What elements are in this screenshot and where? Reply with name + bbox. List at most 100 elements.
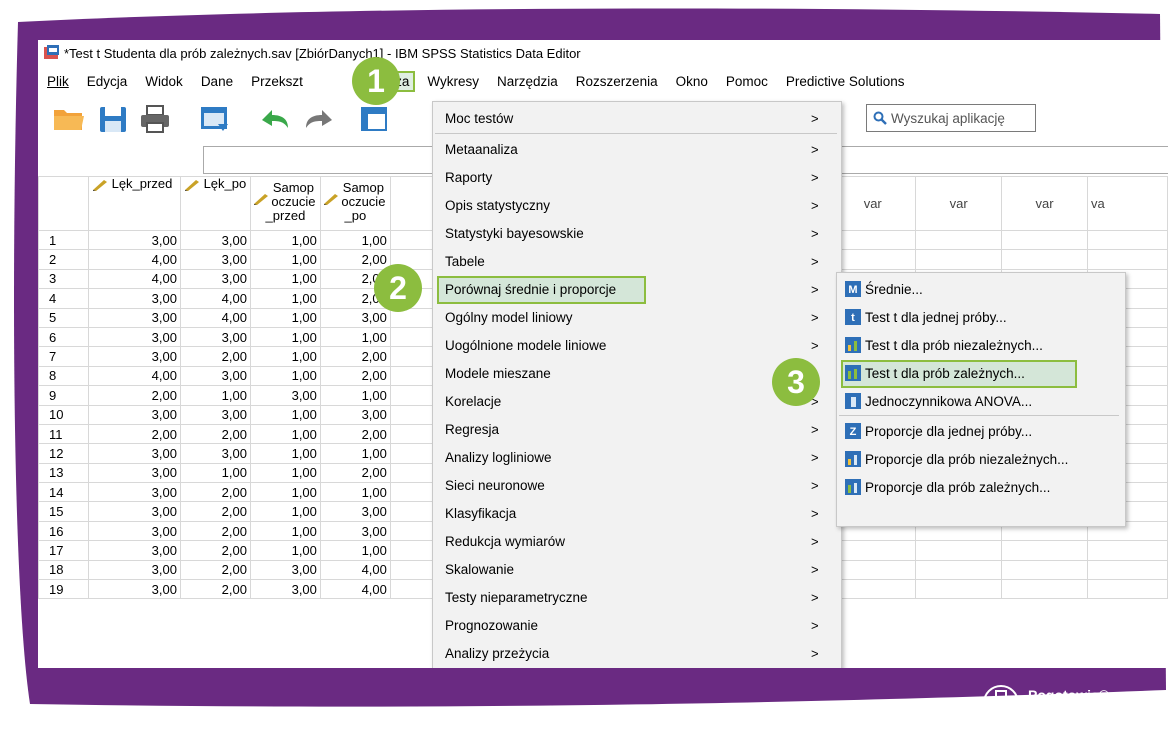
empty-cell[interactable] [829, 559, 917, 581]
menu-item-moc-testow[interactable]: Moc testów > [433, 104, 841, 132]
menu-okno[interactable]: Okno [667, 71, 717, 92]
row-number[interactable]: 11 [38, 423, 89, 445]
data-cell[interactable]: 2,00 [179, 482, 251, 503]
data-cell[interactable]: 1,00 [319, 229, 391, 251]
data-cell[interactable]: 4,00 [87, 365, 181, 387]
col-header-samopoczucie-przed[interactable]: Samop oczucie _przed [249, 176, 321, 231]
row-number[interactable]: 18 [38, 559, 89, 581]
data-cell[interactable]: 1,00 [249, 520, 321, 542]
data-cell[interactable]: 1,00 [319, 443, 391, 464]
menu-plik[interactable]: Plik [38, 71, 78, 92]
menu-item-redukcja-wymiarow[interactable]: Redukcja wymiarów > [433, 527, 841, 555]
data-cell[interactable]: 3,00 [249, 559, 321, 581]
data-cell[interactable]: 3,00 [87, 288, 181, 309]
data-cell[interactable]: 3,00 [179, 229, 251, 251]
menu-pomoc[interactable]: Pomoc [717, 71, 777, 92]
data-cell[interactable]: 3,00 [87, 482, 181, 503]
submenu-item-proporcje-jednej-proby[interactable]: Z Proporcje dla jednej próby... [837, 417, 1123, 445]
menu-item-analizy-logliniowe[interactable]: Analizy logliniowe > [433, 443, 841, 471]
data-cell[interactable]: 2,00 [87, 385, 181, 406]
data-cell[interactable]: 4,00 [319, 579, 391, 600]
data-cell[interactable]: 3,00 [87, 559, 181, 581]
empty-cell[interactable] [1001, 559, 1088, 581]
data-cell[interactable]: 1,00 [249, 482, 321, 503]
empty-cell[interactable] [1087, 579, 1168, 600]
data-cell[interactable]: 1,00 [249, 501, 321, 522]
col-header-var[interactable]: var [829, 176, 917, 231]
empty-cell[interactable] [915, 249, 1003, 270]
menu-rozszerzenia[interactable]: Rozszerzenia [567, 71, 667, 92]
menu-edycja[interactable]: Edycja [78, 71, 137, 92]
row-number[interactable]: 13 [38, 462, 89, 484]
menu-przeksztalc[interactable]: Przekszt [242, 71, 356, 92]
row-number[interactable]: 15 [38, 501, 89, 522]
data-cell[interactable]: 3,00 [87, 462, 181, 484]
empty-cell[interactable] [829, 249, 917, 270]
data-cell[interactable]: 2,00 [179, 559, 251, 581]
data-cell[interactable]: 1,00 [249, 307, 321, 328]
data-cell[interactable]: 3,00 [249, 385, 321, 406]
menu-item-testy-nieparametryczne[interactable]: Testy nieparametryczne > [433, 583, 841, 611]
data-cell[interactable]: 2,00 [319, 365, 391, 387]
row-number[interactable]: 1 [38, 229, 89, 251]
empty-cell[interactable] [915, 540, 1003, 561]
data-cell[interactable]: 3,00 [87, 540, 181, 561]
menu-wykresy[interactable]: Wykresy [418, 71, 488, 92]
empty-cell[interactable] [1001, 540, 1088, 561]
data-cell[interactable]: 1,00 [249, 443, 321, 464]
data-cell[interactable]: 2,00 [179, 501, 251, 522]
data-cell[interactable]: 1,00 [249, 462, 321, 484]
data-cell[interactable]: 3,00 [87, 520, 181, 542]
row-number[interactable]: 7 [38, 346, 89, 367]
submenu-item-srednie[interactable]: M Średnie... [837, 275, 1123, 303]
submenu-item-proporcje-zaleznych[interactable]: Proporcje dla prób zależnych... [837, 473, 1123, 501]
menu-item-skalowanie[interactable]: Skalowanie > [433, 555, 841, 583]
submenu-item-test-t-jednej-proby[interactable]: t Test t dla jednej próby... [837, 303, 1123, 331]
data-cell[interactable]: 4,00 [319, 559, 391, 581]
empty-cell[interactable] [829, 229, 917, 251]
data-cell[interactable]: 3,00 [87, 229, 181, 251]
data-cell[interactable]: 2,00 [179, 540, 251, 561]
menu-item-raporty[interactable]: Raporty > [433, 163, 841, 191]
data-cell[interactable]: 3,00 [319, 520, 391, 542]
col-header-var[interactable]: var [915, 176, 1003, 231]
row-number[interactable]: 9 [38, 385, 89, 406]
data-cell[interactable]: 1,00 [249, 268, 321, 290]
col-header-samopoczucie-po[interactable]: Samop oczucie _po [319, 176, 391, 231]
menu-item-porownaj-srednie[interactable]: Porównaj średnie i proporcje > [433, 275, 841, 304]
data-cell[interactable]: 3,00 [319, 404, 391, 425]
submenu-item-test-t-niezaleznych[interactable]: Test t dla prób niezależnych... [837, 331, 1123, 359]
data-cell[interactable]: 3,00 [87, 501, 181, 522]
open-folder-icon[interactable] [52, 104, 86, 134]
data-cell[interactable]: 3,00 [319, 307, 391, 328]
data-cell[interactable]: 1,00 [249, 365, 321, 387]
data-cell[interactable]: 3,00 [319, 501, 391, 522]
empty-cell[interactable] [1001, 229, 1088, 251]
data-cell[interactable]: 3,00 [249, 579, 321, 600]
data-cell[interactable]: 1,00 [319, 540, 391, 561]
row-number[interactable]: 8 [38, 365, 89, 387]
menu-item-uogolnione-modele[interactable]: Uogólnione modele liniowe > [433, 331, 841, 359]
data-cell[interactable]: 2,00 [319, 346, 391, 367]
data-cell[interactable]: 2,00 [319, 462, 391, 484]
empty-cell[interactable] [829, 540, 917, 561]
empty-cell[interactable] [1001, 249, 1088, 270]
menu-widok[interactable]: Widok [136, 71, 192, 92]
data-cell[interactable]: 2,00 [179, 423, 251, 445]
data-cell[interactable]: 1,00 [249, 249, 321, 270]
data-cell[interactable]: 1,00 [249, 423, 321, 445]
data-cell[interactable]: 3,00 [179, 443, 251, 464]
undo-icon[interactable] [258, 104, 292, 134]
data-cell[interactable]: 1,00 [249, 326, 321, 348]
data-cell[interactable]: 2,00 [87, 423, 181, 445]
data-cell[interactable]: 3,00 [87, 307, 181, 328]
data-cell[interactable]: 3,00 [87, 326, 181, 348]
menu-item-klasyfikacja[interactable]: Klasyfikacja > [433, 499, 841, 527]
dialog-recall-icon[interactable] [198, 104, 232, 134]
col-header-lek-po[interactable]: Lęk_po [179, 176, 251, 231]
empty-cell[interactable] [915, 579, 1003, 600]
empty-cell[interactable] [915, 559, 1003, 581]
redo-icon[interactable] [302, 104, 336, 134]
data-cell[interactable]: 3,00 [87, 404, 181, 425]
submenu-item-anova[interactable]: Jednoczynnikowa ANOVA... [837, 387, 1123, 415]
